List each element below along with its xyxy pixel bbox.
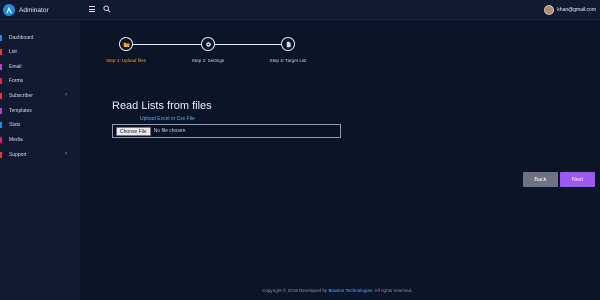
templates-marker-icon [0, 108, 2, 114]
user-email: khan@gmail.com [557, 7, 596, 13]
step-1-circle[interactable] [119, 37, 133, 51]
next-button[interactable]: Next [560, 172, 595, 187]
sidebar-item-subscriber[interactable]: Subscriber › [0, 90, 80, 102]
sidebar-item-dashboard[interactable]: Dashboard [0, 32, 80, 44]
list-marker-icon [0, 49, 2, 55]
sidebar-item-media[interactable]: Media [0, 134, 80, 146]
sidebar-item-label: List [9, 49, 17, 55]
sidebar-item-label: Email [9, 64, 22, 70]
step-2-circle[interactable] [201, 37, 215, 51]
footer: Copyright © 2019 Developed by Braxton Te… [262, 288, 413, 293]
avatar [544, 5, 555, 15]
sidebar-item-label: Forms [9, 78, 24, 84]
stats-marker-icon [0, 122, 2, 128]
upload-hint: Upload Excel or Csv File [140, 116, 195, 122]
file-icon [286, 41, 291, 47]
sidebar-item-list[interactable]: List [0, 46, 80, 58]
wizard-stepper: Step 1: Upload files Step 2: Settings St… [100, 36, 340, 66]
footer-suffix: . All rights reserved. [372, 288, 413, 293]
sidebar-item-forms[interactable]: Forms [0, 75, 80, 87]
step-3-label: Step 3: Target List [269, 58, 307, 63]
sidebar-item-label: Subscriber [9, 93, 33, 99]
sidebar: Dashboard List Email Forms Subscriber › … [0, 20, 80, 300]
dashboard-marker-icon [0, 35, 2, 41]
search-icon[interactable] [103, 5, 111, 13]
file-input[interactable]: Choose File No file chosen [112, 124, 341, 138]
gear-icon [205, 41, 211, 47]
menu-toggle-icon[interactable] [89, 6, 95, 12]
sidebar-item-label: Dashboard [9, 35, 34, 41]
sidebar-item-templates[interactable]: Templates [0, 105, 80, 117]
brand-name: Adminator [19, 6, 49, 14]
folder-icon [123, 42, 129, 47]
sidebar-item-label: Support [9, 152, 27, 158]
sidebar-item-label: Media [9, 137, 23, 143]
chevron-right-icon: › [65, 151, 67, 157]
step-2-label: Step 2: Settings [191, 58, 225, 63]
forms-marker-icon [0, 78, 2, 84]
media-marker-icon [0, 137, 2, 143]
choose-file-button[interactable]: Choose File [116, 126, 151, 136]
no-file-text: No file chosen [153, 128, 186, 134]
subscriber-marker-icon [0, 93, 2, 99]
footer-prefix: Copyright © 2019 Developed by [262, 288, 329, 293]
page-title: Read Lists from files [112, 100, 212, 112]
support-marker-icon [0, 152, 2, 158]
chevron-right-icon: › [65, 92, 67, 98]
sidebar-item-email[interactable]: Email [0, 61, 80, 73]
sidebar-item-support[interactable]: Support › [0, 149, 80, 161]
step-1-label: Step 1: Upload files [106, 58, 146, 63]
back-button[interactable]: Back [523, 172, 558, 187]
user-menu[interactable]: khan@gmail.com [544, 4, 596, 16]
brand-logo-icon [3, 4, 15, 16]
email-marker-icon [0, 64, 2, 70]
step-connector [215, 44, 281, 45]
sidebar-item-stats[interactable]: Stats [0, 119, 80, 131]
sidebar-item-label: Stats [9, 122, 21, 128]
step-connector [133, 44, 201, 45]
step-3-circle[interactable] [281, 37, 295, 51]
brand[interactable]: Adminator [0, 0, 80, 20]
footer-company-link[interactable]: Braxton Technologies [328, 288, 372, 293]
top-bar: Adminator khan@gmail.com [0, 0, 600, 20]
sidebar-item-label: Templates [9, 108, 32, 114]
